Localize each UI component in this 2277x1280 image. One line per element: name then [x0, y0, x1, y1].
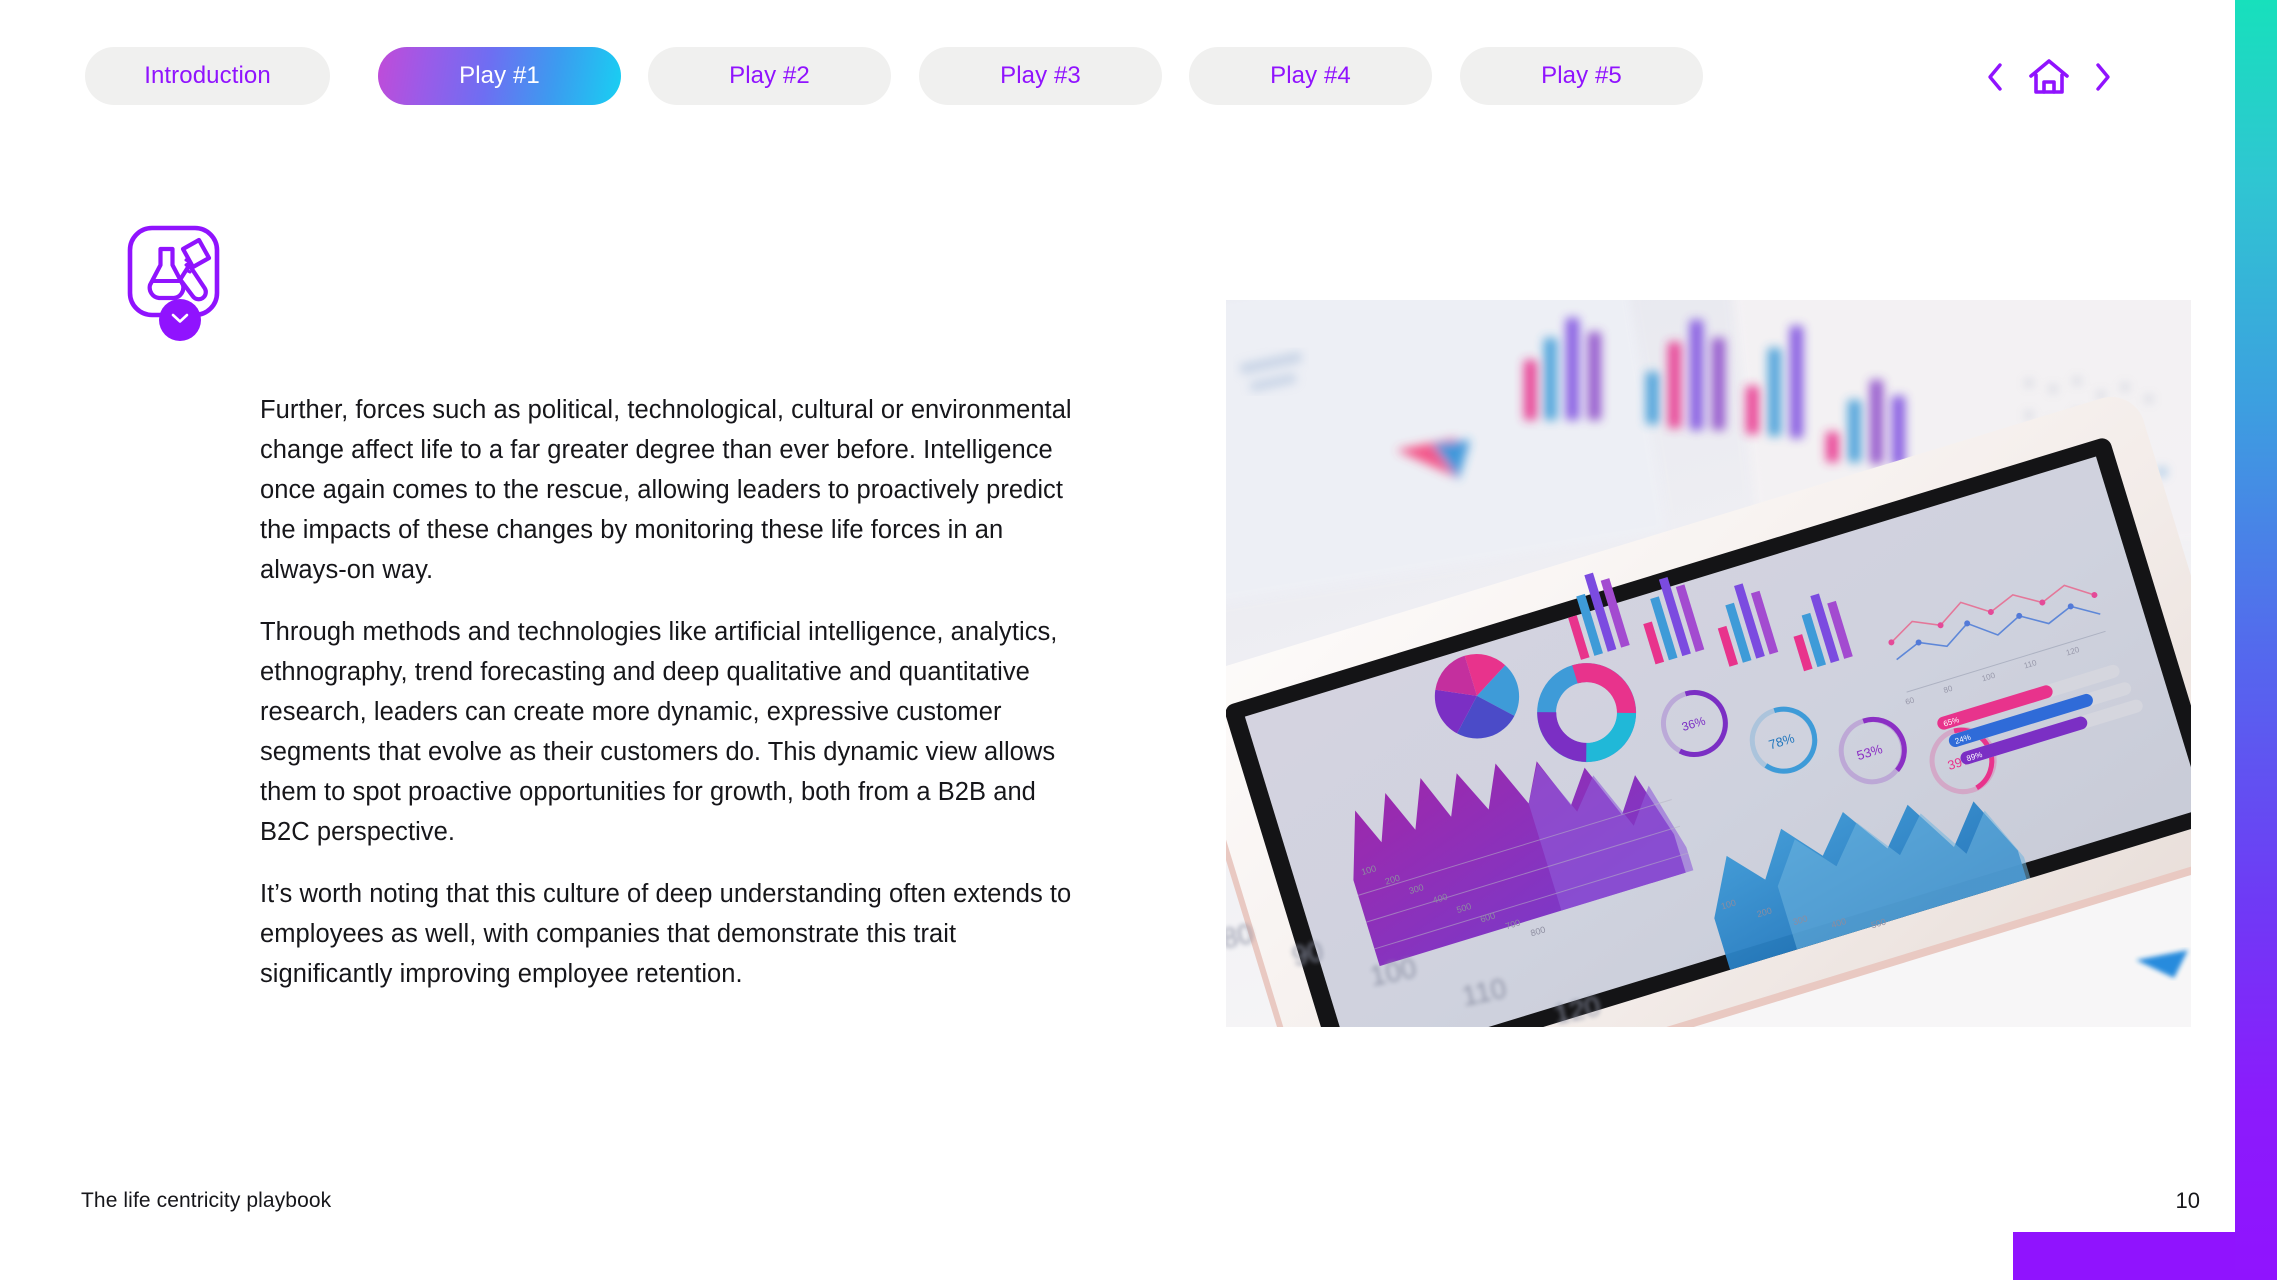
- dashboard-photo: 100 200 300 400 500 600 700 800 36% 78% …: [1226, 300, 2191, 1027]
- home-button[interactable]: [2028, 58, 2070, 96]
- paragraph-3: It’s worth noting that this culture of d…: [260, 880, 1072, 988]
- paragraph-1: Further, forces such as political, techn…: [260, 396, 1072, 584]
- content-column: Further, forces such as political, techn…: [0, 0, 1130, 1280]
- topic-badge-circle: [159, 299, 201, 341]
- dashboard-photo-illustration: 100200 300400 500600 700 800 36% 78% 53%…: [1226, 300, 2191, 1027]
- chevron-left-icon: [1986, 62, 2004, 92]
- home-icon: [2028, 58, 2070, 96]
- tab-play-4[interactable]: Play #4: [1189, 47, 1432, 105]
- svg-text:90: 90: [1289, 935, 1326, 972]
- slide-navigation-controls: [1986, 58, 2112, 96]
- paragraph-2: Through methods and technologies like ar…: [260, 618, 1058, 846]
- tab-label: Play #5: [1541, 62, 1622, 89]
- footer-deck-title: The life centricity playbook: [81, 1189, 332, 1212]
- prev-slide-button[interactable]: [1986, 62, 2004, 92]
- topic-badge: [127, 225, 220, 341]
- chevron-right-icon: [2094, 62, 2112, 92]
- tab-play-5[interactable]: Play #5: [1460, 47, 1703, 105]
- body-copy: Further, forces such as political, techn…: [260, 390, 1080, 994]
- edge-gradient-rail: [2235, 0, 2277, 1280]
- slide-root: Introduction Play #1 Play #2 Play #3 Pla…: [0, 0, 2277, 1280]
- chevron-down-icon: [170, 311, 190, 330]
- page-number: 10: [2175, 1188, 2200, 1213]
- next-slide-button[interactable]: [2094, 62, 2112, 92]
- tab-label: Play #4: [1270, 62, 1351, 89]
